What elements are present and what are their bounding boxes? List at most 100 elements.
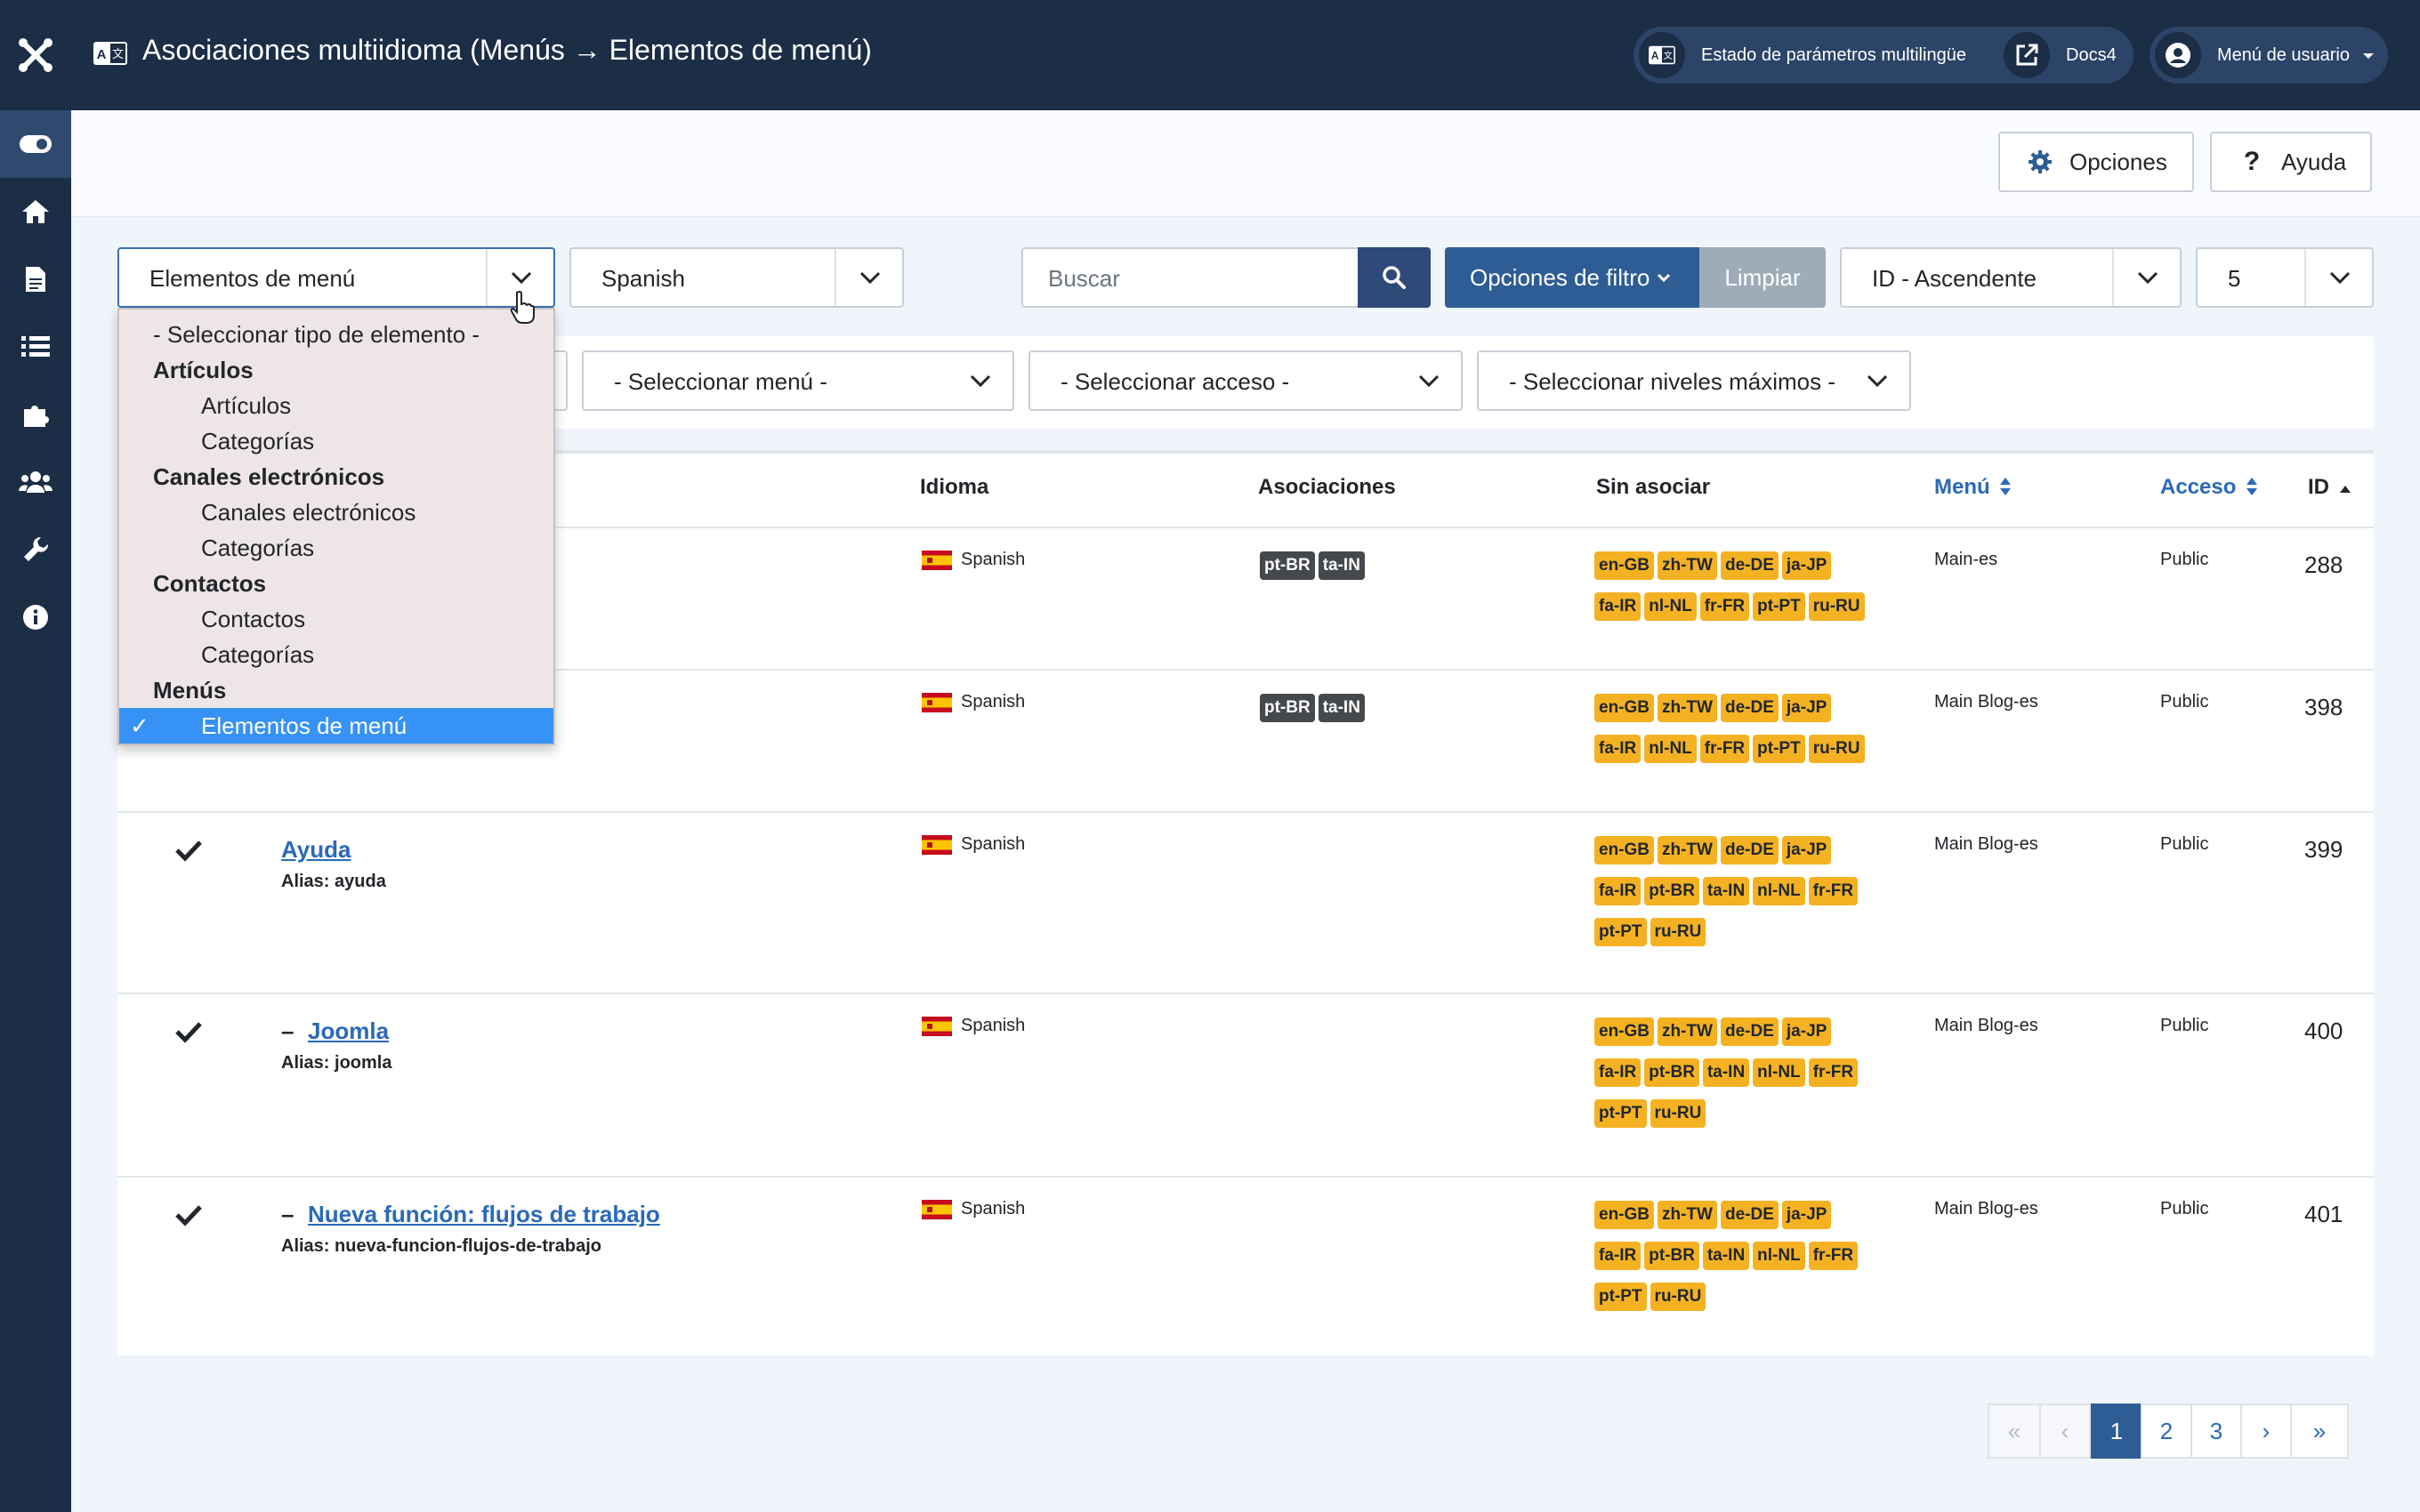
docs-button[interactable]: Docs4 [1998,27,2134,84]
unassociated-badge[interactable]: fr-FR [1808,1058,1859,1087]
options-button[interactable]: Opciones [1998,132,2194,192]
item-title-link[interactable]: Nueva función: flujos de trabajo [308,1201,660,1228]
published-check-icon[interactable] [174,1202,203,1227]
max-levels-select[interactable]: - Seleccionar niveles máximos - [1477,350,1911,411]
help-button[interactable]: ? Ayuda [2210,132,2372,192]
unassociated-badge[interactable]: ja-JP [1781,836,1832,865]
unassociated-badge[interactable]: pt-PT [1594,1283,1647,1311]
item-type-select[interactable]: Elementos de menú [117,247,555,308]
wrench-icon[interactable] [0,516,71,583]
pagination-next-button[interactable]: › [2240,1403,2292,1459]
unassociated-badge[interactable]: en-GB [1594,1201,1654,1229]
association-badge[interactable]: ta-IN [1318,551,1365,580]
unassociated-badge[interactable]: ja-JP [1781,551,1832,580]
pagination-first-button[interactable]: « [1988,1403,2041,1459]
unassociated-badge[interactable]: fa-IR [1594,1242,1642,1270]
unassociated-badge[interactable]: fa-IR [1594,735,1642,763]
menu-select[interactable]: - Seleccionar menú - [582,350,1014,411]
unassociated-badge[interactable]: zh-TW [1658,694,1717,722]
unassociated-badge[interactable]: zh-TW [1658,1201,1717,1229]
unassociated-badge[interactable]: fr-FR [1699,735,1750,763]
unassociated-badge[interactable]: ta-IN [1702,1058,1750,1087]
unassociated-badge[interactable]: pt-BR [1644,877,1699,905]
unassociated-badge[interactable]: nl-NL [1644,592,1697,621]
unassociated-badge[interactable]: ru-RU [1650,1099,1706,1128]
search-button[interactable] [1358,247,1431,308]
unassociated-badge[interactable]: zh-TW [1658,1017,1717,1046]
unassociated-badge[interactable]: pt-PT [1753,592,1805,621]
unassociated-badge[interactable]: fa-IR [1594,877,1642,905]
unassociated-badge[interactable]: pt-PT [1594,918,1647,946]
dropdown-option-newsfeed-categories[interactable]: Categorías [119,530,553,566]
published-check-icon[interactable] [174,1019,203,1044]
document-icon[interactable] [0,245,71,313]
unassociated-badge[interactable]: pt-PT [1594,1099,1647,1128]
published-check-icon[interactable] [174,838,203,863]
dropdown-option-articles[interactable]: Artículos [119,388,553,423]
unassociated-badge[interactable]: zh-TW [1658,551,1717,580]
info-icon[interactable] [0,583,71,651]
dropdown-option-newsfeeds[interactable]: Canales electrónicos [119,495,553,530]
unassociated-badge[interactable]: en-GB [1594,836,1654,865]
unassociated-badge[interactable]: ru-RU [1650,1283,1706,1311]
unassociated-badge[interactable]: nl-NL [1644,735,1697,763]
pagination-page-1[interactable]: 1 [2091,1403,2142,1459]
association-badge[interactable]: pt-BR [1260,694,1315,722]
unassociated-badge[interactable]: ta-IN [1702,877,1750,905]
dropdown-option-contacts[interactable]: Contactos [119,601,553,637]
column-menu[interactable]: Menú [1934,475,2012,500]
column-access[interactable]: Acceso [2160,475,2258,500]
list-icon[interactable] [0,313,71,381]
column-id[interactable]: ID [2308,475,2351,500]
unassociated-badge[interactable]: ta-IN [1702,1242,1750,1270]
limit-select[interactable]: 5 [2196,247,2374,308]
association-badge[interactable]: pt-BR [1260,551,1315,580]
unassociated-badge[interactable]: ja-JP [1781,1017,1832,1046]
unassociated-badge[interactable]: ja-JP [1781,1201,1832,1229]
puzzle-icon[interactable] [0,381,71,448]
unassociated-badge[interactable]: ru-RU [1808,592,1865,621]
joomla-logo-icon[interactable] [0,0,71,110]
unassociated-badge[interactable]: zh-TW [1658,836,1717,865]
clear-button[interactable]: Limpiar [1699,247,1826,308]
users-icon[interactable] [0,448,71,516]
pagination-page-2[interactable]: 2 [2141,1403,2192,1459]
unassociated-badge[interactable]: fa-IR [1594,592,1642,621]
filter-options-button[interactable]: Opciones de filtro [1445,247,1699,308]
pagination-page-3[interactable]: 3 [2190,1403,2242,1459]
unassociated-badge[interactable]: de-DE [1720,1017,1779,1046]
association-badge[interactable]: ta-IN [1318,694,1365,722]
home-icon[interactable] [0,178,71,245]
unassociated-badge[interactable]: de-DE [1720,694,1779,722]
unassociated-badge[interactable]: en-GB [1594,694,1654,722]
unassociated-badge[interactable]: de-DE [1720,1201,1779,1229]
language-select[interactable]: Spanish [569,247,904,308]
pagination-last-button[interactable]: » [2290,1403,2349,1459]
unassociated-badge[interactable]: fr-FR [1808,1242,1859,1270]
unassociated-badge[interactable]: en-GB [1594,1017,1654,1046]
unassociated-badge[interactable]: de-DE [1720,551,1779,580]
unassociated-badge[interactable]: ru-RU [1808,735,1865,763]
multilingual-status-button[interactable]: A文 Estado de parámetros multilingüe [1634,27,2055,84]
dropdown-placeholder-option[interactable]: - Seleccionar tipo de elemento - [119,317,553,352]
ordering-select[interactable]: ID - Ascendente [1840,247,2182,308]
item-title-link[interactable]: Ayuda [281,836,351,864]
pagination-prev-button[interactable]: ‹ [2039,1403,2091,1459]
unassociated-badge[interactable]: nl-NL [1753,877,1805,905]
unassociated-badge[interactable]: ru-RU [1650,918,1706,946]
access-select[interactable]: - Seleccionar acceso - [1028,350,1463,411]
unassociated-badge[interactable]: nl-NL [1753,1242,1805,1270]
search-input[interactable]: Buscar [1021,247,1359,308]
unassociated-badge[interactable]: fr-FR [1808,877,1859,905]
unassociated-badge[interactable]: pt-PT [1753,735,1805,763]
user-menu-button[interactable]: Menú de usuario [2150,27,2388,84]
dropdown-option-menu-items[interactable]: ✓ Elementos de menú [119,708,553,744]
unassociated-badge[interactable]: de-DE [1720,836,1779,865]
menu-toggle-icon[interactable] [0,110,71,178]
dropdown-option-article-categories[interactable]: Categorías [119,423,553,459]
unassociated-badge[interactable]: pt-BR [1644,1242,1699,1270]
unassociated-badge[interactable]: fa-IR [1594,1058,1642,1087]
unassociated-badge[interactable]: ja-JP [1781,694,1832,722]
unassociated-badge[interactable]: nl-NL [1753,1058,1805,1087]
dropdown-option-contact-categories[interactable]: Categorías [119,637,553,672]
